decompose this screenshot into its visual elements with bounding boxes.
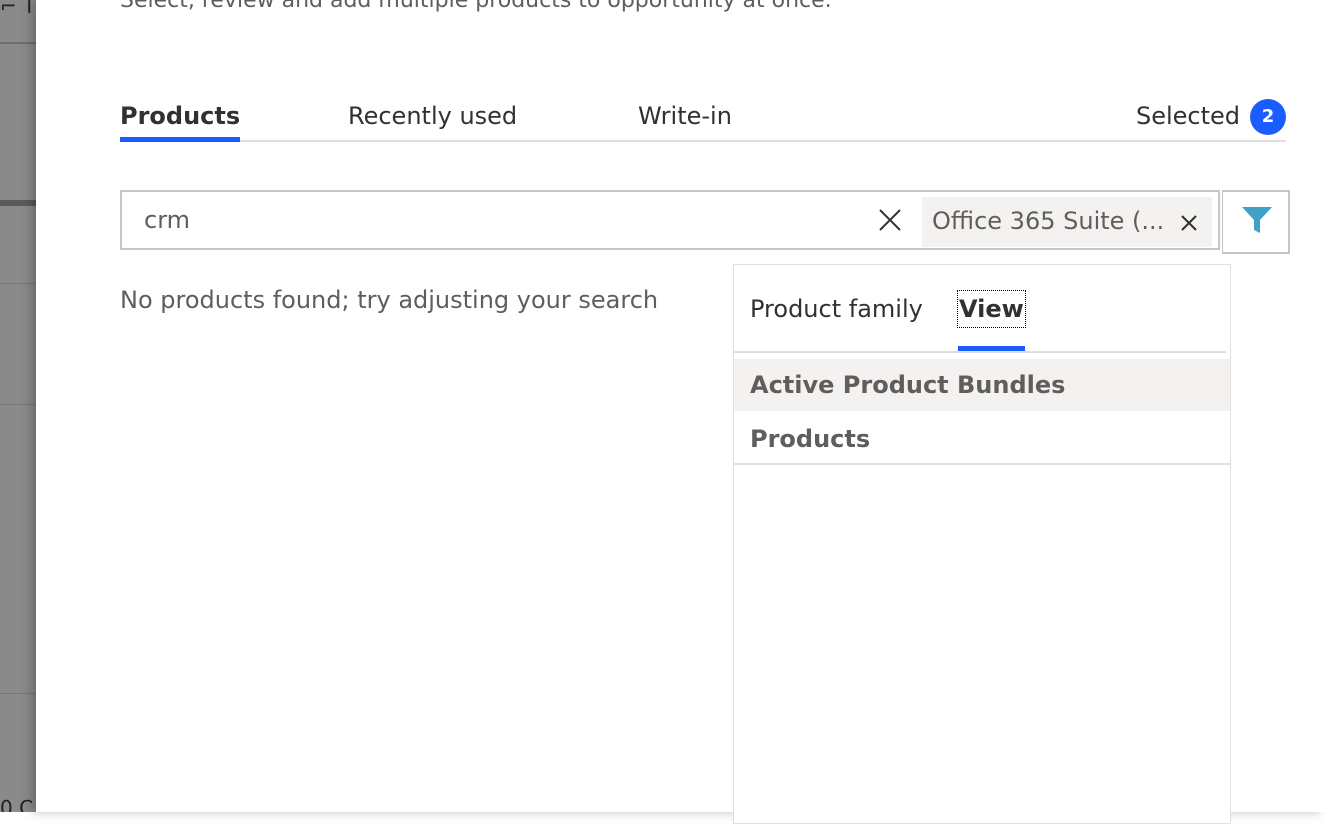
background-overlay: ⌐ T 0 C	[0, 0, 36, 812]
background-text-fragment: 0 C	[0, 796, 34, 812]
background-divider	[0, 200, 36, 206]
product-search-box: Office 365 Suite (...	[120, 190, 1220, 250]
tab-write-in[interactable]: Write-in	[638, 96, 732, 140]
filter-chip: Office 365 Suite (...	[922, 197, 1212, 247]
view-option-active-product-bundles[interactable]: Active Product Bundles	[734, 359, 1230, 411]
search-input[interactable]	[144, 192, 844, 248]
tab-product-family[interactable]: Product family	[750, 291, 923, 327]
tab-products[interactable]: Products	[120, 96, 241, 142]
selected-count-badge: 2	[1250, 99, 1286, 135]
close-icon[interactable]	[1180, 214, 1198, 232]
filter-button[interactable]	[1222, 190, 1290, 254]
view-option-products[interactable]: Products	[734, 413, 1230, 465]
background-divider	[0, 283, 36, 284]
tab-selected[interactable]: Selected 2	[1136, 96, 1286, 140]
tab-label: Products	[120, 102, 241, 130]
filter-dropdown-tabs: Product family View	[734, 265, 1226, 353]
close-icon[interactable]	[878, 208, 902, 232]
tab-label: Recently used	[348, 102, 518, 130]
filter-chip-label: Office 365 Suite (...	[932, 207, 1165, 235]
tab-label: Write-in	[638, 102, 732, 130]
product-tabs: Products Recently used Write-in Selected…	[120, 96, 1286, 142]
background-divider	[0, 693, 36, 694]
background-divider	[0, 404, 36, 405]
background-text-fragment: ⌐ T	[0, 0, 36, 18]
panel-subtitle: Select, review and add multiple products…	[120, 0, 832, 13]
add-products-panel: Select, review and add multiple products…	[36, 0, 1324, 824]
tab-recently-used[interactable]: Recently used	[348, 96, 517, 140]
tab-label: Selected	[1135, 102, 1240, 130]
empty-results-message: No products found; try adjusting your se…	[120, 286, 659, 314]
background-divider	[0, 42, 36, 44]
tab-view[interactable]: View	[957, 290, 1026, 351]
filter-dropdown-panel: Product family View Active Product Bundl…	[733, 264, 1231, 824]
